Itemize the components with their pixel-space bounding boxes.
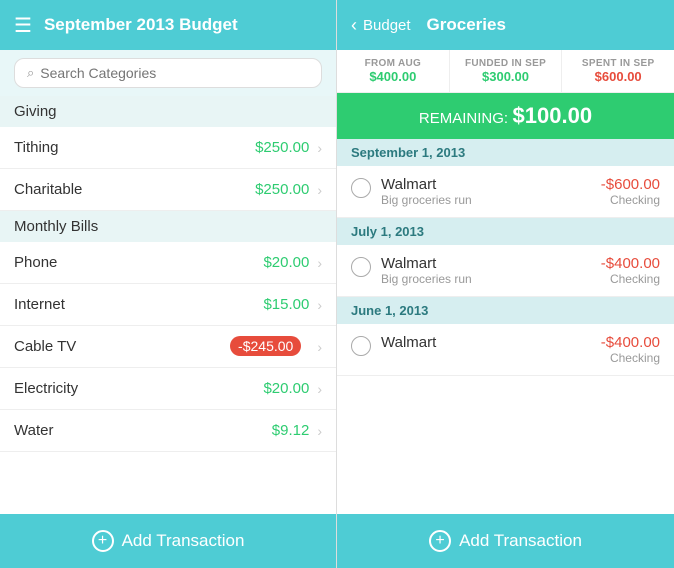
chevron-icon: › (317, 255, 322, 271)
transaction-account: Checking (601, 272, 660, 286)
search-bar: ⌕ (14, 58, 322, 88)
transaction-subtitle: Big groceries run (381, 272, 601, 286)
transaction-name: Walmart (381, 334, 601, 351)
list-item[interactable]: Cable TV -$245.00 › (0, 326, 336, 368)
chevron-icon: › (317, 339, 322, 355)
category-name: Internet (14, 296, 263, 313)
search-input[interactable] (40, 65, 309, 81)
list-item[interactable]: Water $9.12 › (0, 410, 336, 452)
category-name: Electricity (14, 380, 263, 397)
list-item[interactable]: Electricity $20.00 › (0, 368, 336, 410)
chevron-icon: › (317, 297, 322, 313)
funded-sep-label: FUNDED IN SEP (454, 58, 558, 69)
funded-sep-value: $300.00 (454, 69, 558, 84)
category-name: Tithing (14, 139, 255, 156)
list-item[interactable]: Charitable $250.00 › (0, 169, 336, 211)
transaction-name: Walmart (381, 255, 601, 272)
search-bar-container: ⌕ (0, 50, 336, 96)
back-label[interactable]: Budget (363, 17, 411, 34)
category-amount: $250.00 (255, 139, 309, 156)
spent-sep-value: $600.00 (566, 69, 670, 84)
search-icon: ⌕ (27, 65, 34, 81)
transaction-status-icon (351, 178, 371, 198)
remaining-bar: REMAINING: $100.00 (337, 93, 674, 139)
section-monthly-bills-header: Monthly Bills (0, 211, 336, 242)
list-item[interactable]: Internet $15.00 › (0, 284, 336, 326)
plus-circle-icon: + (429, 530, 451, 552)
category-amount: $20.00 (263, 380, 309, 397)
transaction-details: Walmart Big groceries run (381, 255, 601, 286)
right-panel: ‹ Budget Groceries FROM AUG $400.00 FUND… (337, 0, 674, 568)
section-giving-header: Giving (0, 96, 336, 127)
back-chevron-icon: ‹ (351, 15, 357, 36)
category-amount: $20.00 (263, 254, 309, 271)
category-name: Water (14, 422, 272, 439)
table-row[interactable]: Walmart Big groceries run -$600.00 Check… (337, 166, 674, 218)
transaction-right: -$400.00 Checking (601, 334, 660, 365)
transactions-list: September 1, 2013 Walmart Big groceries … (337, 139, 674, 568)
transaction-right: -$400.00 Checking (601, 255, 660, 286)
remaining-amount: $100.00 (513, 103, 593, 128)
transaction-amount: -$600.00 (601, 176, 660, 193)
transaction-details: Walmart (381, 334, 601, 351)
hamburger-icon[interactable]: ☰ (14, 13, 32, 38)
category-name: Charitable (14, 181, 255, 198)
left-panel-title: September 2013 Budget (44, 15, 238, 35)
transaction-account: Checking (601, 193, 660, 207)
right-panel-title: Groceries (427, 15, 506, 35)
table-row[interactable]: Walmart -$400.00 Checking (337, 324, 674, 376)
chevron-icon: › (317, 381, 322, 397)
summary-bar: FROM AUG $400.00 FUNDED IN SEP $300.00 S… (337, 50, 674, 93)
date-section-sep: September 1, 2013 (337, 139, 674, 166)
chevron-icon: › (317, 182, 322, 198)
right-header: ‹ Budget Groceries (337, 0, 674, 50)
left-categories-list: Giving Tithing $250.00 › Charitable $250… (0, 96, 336, 568)
table-row[interactable]: Walmart Big groceries run -$400.00 Check… (337, 245, 674, 297)
category-name: Phone (14, 254, 263, 271)
transaction-right: -$600.00 Checking (601, 176, 660, 207)
transaction-status-icon (351, 336, 371, 356)
list-item[interactable]: Phone $20.00 › (0, 242, 336, 284)
date-section-jun: June 1, 2013 (337, 297, 674, 324)
category-amount: $9.12 (272, 422, 310, 439)
category-amount-negative: -$245.00 (230, 336, 301, 356)
transaction-details: Walmart Big groceries run (381, 176, 601, 207)
category-name: Cable TV (14, 338, 230, 355)
left-panel: ☰ September 2013 Budget ⌕ Giving Tithing… (0, 0, 337, 568)
left-header: ☰ September 2013 Budget (0, 0, 336, 50)
transaction-amount: -$400.00 (601, 334, 660, 351)
summary-from-aug: FROM AUG $400.00 (337, 50, 450, 92)
summary-spent-sep: SPENT IN SEP $600.00 (562, 50, 674, 92)
right-add-transaction-button[interactable]: + Add Transaction (337, 514, 674, 568)
transaction-account: Checking (601, 351, 660, 365)
from-aug-value: $400.00 (341, 69, 445, 84)
spent-sep-label: SPENT IN SEP (566, 58, 670, 69)
right-add-transaction-label: Add Transaction (459, 531, 582, 551)
date-section-jul: July 1, 2013 (337, 218, 674, 245)
from-aug-label: FROM AUG (341, 58, 445, 69)
chevron-icon: › (317, 140, 322, 156)
transaction-name: Walmart (381, 176, 601, 193)
left-add-transaction-button[interactable]: + Add Transaction (0, 514, 336, 568)
summary-funded-sep: FUNDED IN SEP $300.00 (450, 50, 563, 92)
plus-circle-icon: + (92, 530, 114, 552)
left-add-transaction-label: Add Transaction (122, 531, 245, 551)
transaction-amount: -$400.00 (601, 255, 660, 272)
category-amount: $250.00 (255, 181, 309, 198)
category-amount: $15.00 (263, 296, 309, 313)
transaction-subtitle: Big groceries run (381, 193, 601, 207)
transaction-status-icon (351, 257, 371, 277)
remaining-label: REMAINING: (419, 110, 508, 127)
list-item[interactable]: Tithing $250.00 › (0, 127, 336, 169)
chevron-icon: › (317, 423, 322, 439)
